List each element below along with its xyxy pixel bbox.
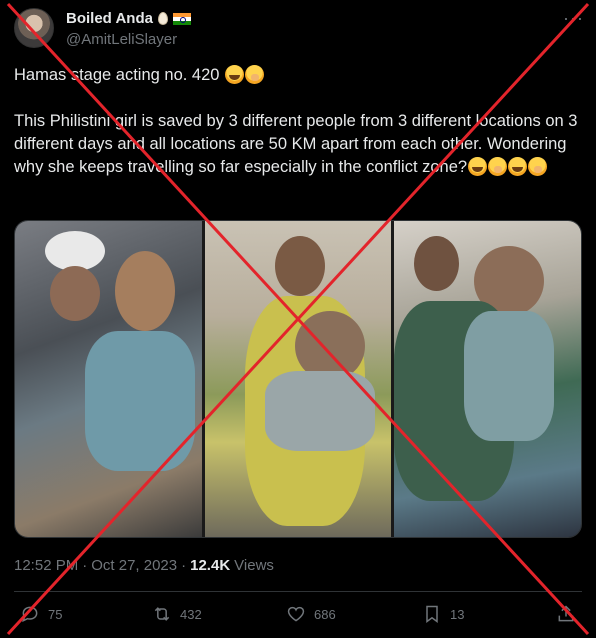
- tweet-meta: 12:52 PM · Oct 27, 2023 · 12.4K Views: [14, 557, 274, 574]
- like-button[interactable]: 686: [286, 604, 336, 624]
- face-shape: [50, 266, 100, 321]
- photo-1[interactable]: [15, 221, 202, 537]
- laughing-emoji-icon: [508, 157, 528, 176]
- photo-3[interactable]: [394, 221, 581, 537]
- share-icon: [558, 605, 574, 622]
- repost-button[interactable]: 432: [152, 604, 202, 624]
- heart-icon: [287, 606, 305, 622]
- reply-count: 75: [48, 606, 63, 622]
- helmet-shape: [45, 231, 105, 271]
- laughing-emoji-icon: [225, 65, 245, 84]
- share-button[interactable]: [556, 604, 576, 624]
- face-shape: [274, 236, 325, 296]
- child-body-shape: [464, 311, 555, 441]
- like-count: 686: [314, 606, 336, 622]
- laughing-emoji-icon: [468, 157, 488, 176]
- bookmark-count: 13: [450, 606, 465, 622]
- hand-over-mouth-emoji-icon: [245, 65, 265, 84]
- views-count: 12.4K: [190, 557, 231, 574]
- display-name[interactable]: Boiled Anda: [66, 10, 153, 27]
- divider: [14, 591, 582, 592]
- bookmark-button[interactable]: 13: [422, 604, 464, 624]
- child-body-shape: [85, 331, 195, 471]
- hand-over-mouth-emoji-icon: [528, 157, 548, 176]
- india-flag-icon: [172, 12, 191, 25]
- tweet-time[interactable]: 12:52 PM: [14, 557, 78, 574]
- repost-icon: [154, 607, 170, 621]
- hand-over-mouth-emoji-icon: [488, 157, 508, 176]
- bookmark-icon: [426, 605, 438, 623]
- meta-separator: ·: [82, 557, 88, 574]
- egg-emoji-icon: [157, 12, 168, 25]
- more-dots-icon[interactable]: ···: [563, 8, 584, 29]
- name-row: Boiled Anda: [66, 10, 191, 27]
- repost-count: 432: [180, 606, 202, 622]
- meta-separator: ·: [181, 557, 187, 574]
- views-label: Views: [234, 557, 274, 574]
- tweet-text-line1: Hamas stage acting no. 420: [14, 64, 584, 87]
- tweet-text-line2: This Philistini girl is saved by 3 diffe…: [14, 112, 578, 176]
- tweet-text: Hamas stage acting no. 420 This Philisti…: [14, 64, 584, 179]
- tweet-date[interactable]: Oct 27, 2023: [91, 557, 177, 574]
- reply-icon: [22, 606, 38, 623]
- photo-2[interactable]: [204, 221, 392, 537]
- child-body-shape: [264, 371, 375, 451]
- avatar[interactable]: [14, 8, 54, 48]
- tweet[interactable]: Boiled Anda @AmitLeliSlayer ··· Hamas st…: [0, 0, 596, 638]
- face-shape: [414, 236, 460, 291]
- media-grid[interactable]: [14, 220, 582, 538]
- handle[interactable]: @AmitLeliSlayer: [66, 31, 177, 48]
- tweet-header: Boiled Anda @AmitLeliSlayer ···: [14, 8, 584, 52]
- action-bar: 75 432 686 13: [14, 604, 582, 630]
- reply-button[interactable]: 75: [20, 604, 62, 624]
- child-head-shape: [115, 251, 175, 331]
